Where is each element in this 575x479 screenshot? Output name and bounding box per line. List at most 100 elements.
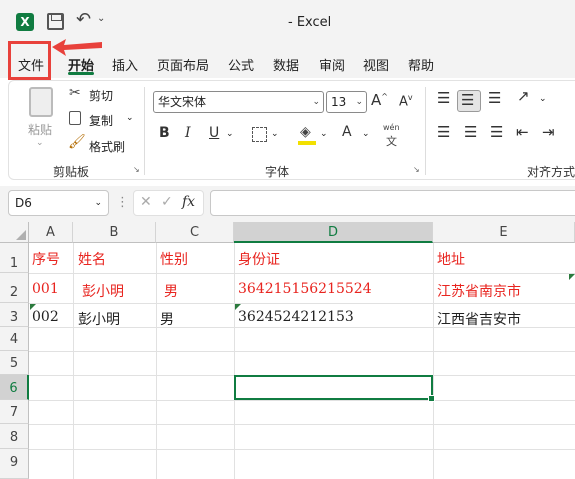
active-cell-d6[interactable] (234, 375, 435, 402)
paste-icon[interactable] (29, 87, 53, 117)
column-header-e[interactable]: E (433, 222, 575, 243)
row-header-9[interactable]: 9 (0, 449, 29, 479)
format-painter-icon[interactable]: 🖌 (68, 134, 86, 150)
copy-button[interactable]: 复制 (89, 112, 113, 129)
orientation-dropdown-icon[interactable]: ⌄ (539, 94, 547, 104)
bold-button[interactable]: B (159, 125, 170, 141)
column-header-b[interactable]: B (73, 222, 156, 243)
row-header-7[interactable]: 7 (0, 400, 29, 424)
formula-buttons: ✕ ✓ fx (133, 190, 204, 216)
row-header-6[interactable]: 6 (0, 375, 29, 400)
underline-button[interactable]: U (209, 125, 219, 141)
cancel-icon[interactable]: ✕ (140, 194, 152, 210)
clipboard-group-label: 剪贴板 (53, 165, 90, 179)
gridline (73, 243, 74, 479)
cell-a3[interactable]: 002 (32, 309, 59, 325)
copy-dropdown-icon[interactable]: ⌄ (126, 113, 134, 123)
formula-input[interactable] (210, 190, 575, 216)
cell-a2[interactable]: 001 (32, 281, 59, 297)
font-name-combo[interactable]: 华文宋体 ⌄ (153, 91, 324, 113)
cell-e1[interactable]: 地址 (437, 249, 465, 269)
format-painter-button[interactable]: 格式刷 (89, 138, 125, 155)
tab-help[interactable]: 帮助 (408, 55, 434, 74)
cell-e3[interactable]: 江西省吉安市 (437, 309, 521, 329)
error-indicator-icon[interactable] (569, 274, 575, 280)
separator (425, 87, 426, 175)
name-box-value: D6 (15, 196, 32, 210)
row-header-3[interactable]: 3 (0, 303, 29, 327)
scissors-icon[interactable]: ✂ (69, 85, 81, 101)
align-left-icon[interactable]: ☰ (437, 123, 450, 141)
italic-button[interactable]: I (185, 125, 191, 141)
tab-page-layout[interactable]: 页面布局 (157, 55, 209, 74)
paste-button[interactable]: 粘贴 (28, 121, 52, 138)
select-all-corner[interactable] (0, 222, 29, 243)
tab-review[interactable]: 审阅 (319, 55, 345, 74)
cut-button[interactable]: 剪切 (89, 87, 113, 104)
phonetic-guide-button[interactable]: wén (383, 123, 400, 132)
save-icon[interactable] (47, 13, 64, 30)
font-color-button[interactable]: A (342, 124, 352, 140)
column-header-c[interactable]: C (156, 222, 234, 243)
fill-dropdown-icon[interactable]: ⌄ (320, 129, 328, 139)
file-tab-highlight-box (8, 41, 51, 80)
undo-icon[interactable]: ↶ (76, 9, 91, 30)
insert-function-button[interactable]: fx (182, 194, 195, 210)
phonetic-guide-label: 文 (386, 135, 397, 148)
gridline (29, 351, 575, 352)
column-header-a[interactable]: A (29, 222, 73, 243)
name-box[interactable]: D6 ⌄ (8, 190, 109, 216)
cell-b1[interactable]: 姓名 (78, 249, 106, 269)
borders-icon[interactable] (252, 127, 267, 142)
ribbon-home: 粘贴 ⌄ ✂ 剪切 复制 ⌄ 🖌 格式刷 剪贴板 ↘ 华文宋体 ⌄ 13 ⌄ A… (8, 80, 575, 180)
cell-e2[interactable]: 江苏省南京市 (437, 281, 521, 301)
decrease-indent-icon[interactable]: ⇤ (516, 123, 529, 141)
font-launcher-icon[interactable]: ↘ (413, 165, 420, 174)
cell-b2[interactable]: 彭小明 (82, 281, 124, 301)
row-header-8[interactable]: 8 (0, 424, 29, 449)
error-indicator-icon[interactable] (30, 304, 36, 310)
row-header-5[interactable]: 5 (0, 351, 29, 375)
borders-dropdown-icon[interactable]: ⌄ (271, 129, 279, 139)
cell-d3[interactable]: 3624524212153 (238, 309, 354, 325)
chevron-down-icon: ⌄ (94, 198, 102, 208)
paste-dropdown-icon[interactable]: ⌄ (36, 138, 44, 148)
clipboard-launcher-icon[interactable]: ↘ (133, 165, 140, 174)
row-header-1[interactable]: 1 (0, 243, 29, 273)
gridline (156, 243, 157, 479)
copy-icon[interactable] (69, 111, 81, 125)
column-header-d[interactable]: D (234, 222, 433, 243)
cell-c3[interactable]: 男 (160, 309, 174, 329)
font-color-dropdown-icon[interactable]: ⌄ (362, 129, 370, 139)
decrease-font-size-button[interactable]: Av (399, 93, 413, 109)
customize-qat-icon[interactable]: ⌄ (97, 13, 105, 24)
cell-a1[interactable]: 序号 (32, 249, 60, 269)
row-header-4[interactable]: 4 (0, 327, 29, 351)
underline-dropdown-icon[interactable]: ⌄ (226, 129, 234, 139)
align-top-icon[interactable]: ☰ (437, 89, 450, 107)
annotation-arrow-icon (52, 39, 102, 56)
cell-d2[interactable]: 364215156215524 (238, 281, 372, 297)
align-bottom-icon[interactable]: ☰ (488, 89, 501, 107)
tab-view[interactable]: 视图 (363, 55, 389, 74)
tab-formulas[interactable]: 公式 (228, 55, 254, 74)
fill-color-swatch (298, 141, 316, 145)
tab-insert[interactable]: 插入 (112, 55, 138, 74)
error-indicator-icon[interactable] (235, 304, 241, 310)
fill-color-icon[interactable]: ◈ (300, 124, 311, 140)
row-header-2[interactable]: 2 (0, 273, 29, 303)
font-size-combo[interactable]: 13 ⌄ (326, 91, 367, 113)
orientation-icon[interactable]: ↗ (517, 87, 530, 105)
font-size-value: 13 (331, 95, 347, 109)
align-right-icon[interactable]: ☰ (490, 123, 503, 141)
increase-indent-icon[interactable]: ⇥ (542, 123, 555, 141)
cell-c2[interactable]: 男 (164, 281, 178, 301)
cell-b3[interactable]: 彭小明 (78, 309, 120, 329)
enter-icon[interactable]: ✓ (161, 194, 173, 210)
align-center-icon[interactable]: ☰ (464, 123, 477, 141)
more-options-icon[interactable]: ⋮ (116, 195, 129, 210)
increase-font-size-button[interactable]: A^ (371, 91, 388, 109)
cell-d1[interactable]: 身份证 (238, 249, 280, 269)
cell-c1[interactable]: 性别 (160, 249, 188, 269)
tab-data[interactable]: 数据 (273, 55, 299, 74)
